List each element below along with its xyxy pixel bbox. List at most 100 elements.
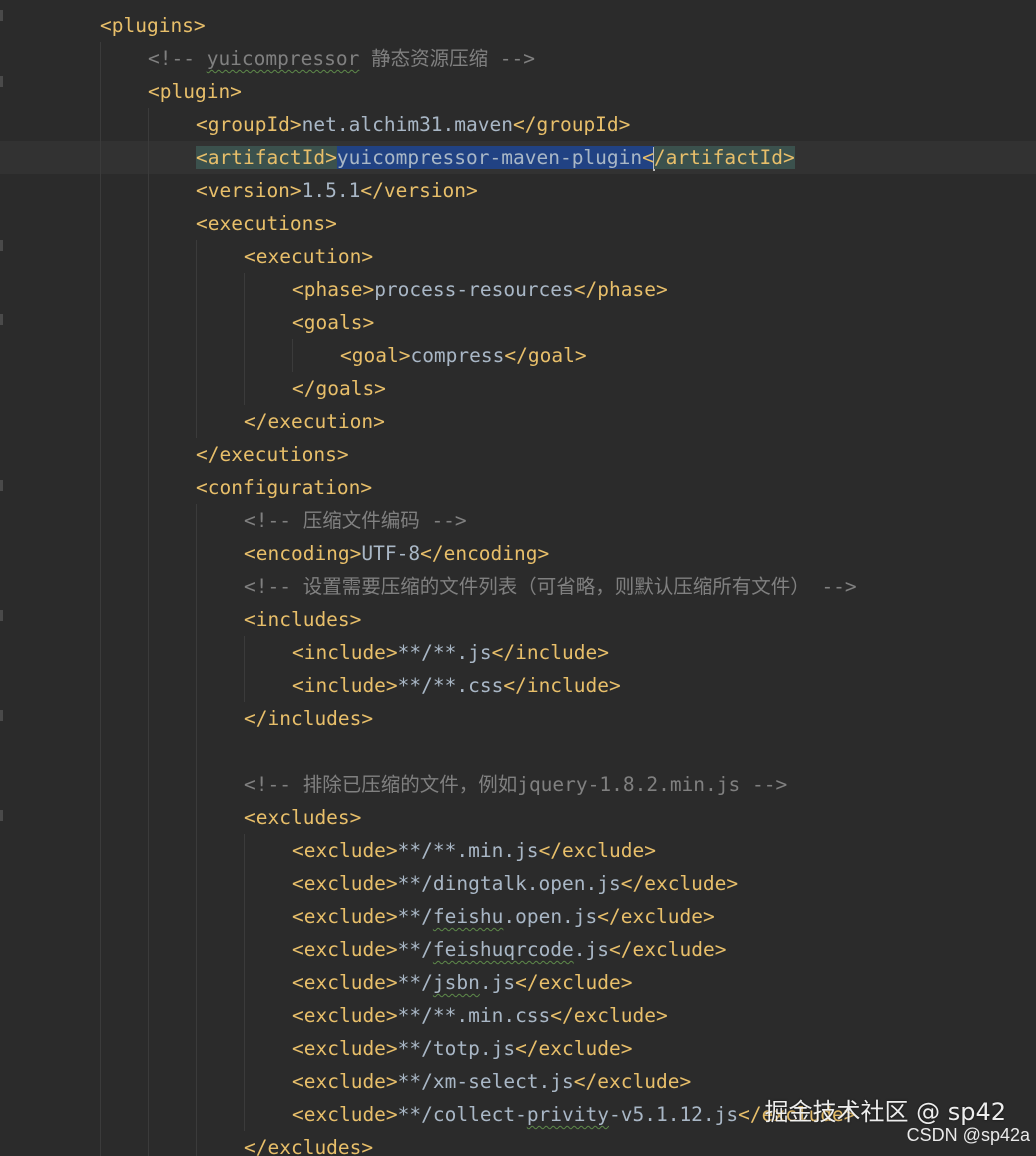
indent-guide [100, 1032, 101, 1065]
xml-tag: <exclude> [292, 1037, 398, 1060]
indent-guide [196, 669, 197, 702]
code-line[interactable]: </executions> [0, 438, 1036, 471]
code-content: <artifactId>yuicompressor-maven-plugin</… [196, 141, 795, 174]
code-line[interactable]: <exclude>**/**.min.js</exclude> [0, 834, 1036, 867]
indent-guide [148, 603, 149, 636]
code-line[interactable]: <exclude>**/**.min.css</exclude> [0, 999, 1036, 1032]
indent-guide [148, 735, 149, 768]
code-line[interactable]: <plugins> [0, 9, 1036, 42]
code-line[interactable]: </execution> [0, 405, 1036, 438]
indent-guide [100, 504, 101, 537]
indent-guide [148, 801, 149, 834]
xml-tag: <exclude> [292, 839, 398, 862]
xml-tag: </exclude> [515, 971, 633, 994]
xml-text: **/xm-select.js [397, 1070, 574, 1093]
code-line[interactable]: <!-- yuicompressor 静态资源压缩 --> [0, 42, 1036, 75]
indent-guide [196, 603, 197, 636]
indent-guide [100, 801, 101, 834]
xml-text: .open.js [503, 905, 598, 928]
indent-guide [100, 933, 101, 966]
xml-text: net.alchim31.maven [301, 113, 513, 136]
code-content: <includes> [244, 603, 361, 636]
code-content: <!-- 压缩文件编码 --> [244, 504, 467, 537]
xml-tag: </excludes> [244, 1136, 374, 1156]
code-line[interactable]: <phase>process-resources</phase> [0, 273, 1036, 306]
xml-tag: <plugin> [148, 80, 242, 103]
code-line[interactable]: <!-- 设置需要压缩的文件列表（可省略，则默认压缩所有文件） --> [0, 570, 1036, 603]
indent-guide [196, 405, 197, 438]
xml-text: process-resources [374, 278, 574, 301]
indent-guide [148, 306, 149, 339]
indent-guide [196, 768, 197, 801]
code-content: <execution> [244, 240, 373, 273]
xml-text: **/ [397, 938, 433, 961]
code-line[interactable]: <!-- 排除已压缩的文件，例如jquery-1.8.2.min.js --> [0, 768, 1036, 801]
indent-guide [244, 273, 245, 306]
code-line[interactable]: <artifactId>yuicompressor-maven-plugin</… [0, 141, 1036, 174]
indent-guide [100, 372, 101, 405]
xml-tag: <exclude> [292, 1103, 398, 1126]
code-line[interactable]: <encoding>UTF-8</encoding> [0, 537, 1036, 570]
indent-guide [196, 900, 197, 933]
code-content: <excludes> [244, 801, 361, 834]
indent-guide [100, 735, 101, 768]
indent-guide [196, 1098, 197, 1131]
code-content: <phase>process-resources</phase> [292, 273, 668, 306]
code-line[interactable]: <goals> [0, 306, 1036, 339]
indent-guide [196, 306, 197, 339]
code-line[interactable]: <include>**/**.js</include> [0, 636, 1036, 669]
xml-tag: <goals> [292, 311, 375, 334]
indent-guide [196, 1131, 197, 1156]
indent-guide [196, 372, 197, 405]
xml-tag: </encoding> [420, 542, 550, 565]
code-line[interactable]: <includes> [0, 603, 1036, 636]
code-line[interactable]: <goal>compress</goal> [0, 339, 1036, 372]
xml-tag: </includes> [244, 707, 374, 730]
code-line[interactable]: <version>1.5.1</version> [0, 174, 1036, 207]
code-line[interactable]: <executions> [0, 207, 1036, 240]
code-line[interactable]: <exclude>**/dingtalk.open.js</exclude> [0, 867, 1036, 900]
xml-tag: <executions> [196, 212, 337, 235]
code-line[interactable]: </includes> [0, 702, 1036, 735]
code-line[interactable]: <exclude>**/jsbn.js</exclude> [0, 966, 1036, 999]
code-line[interactable]: <groupId>net.alchim31.maven</groupId> [0, 108, 1036, 141]
code-line[interactable]: <exclude>**/feishu.open.js</exclude> [0, 900, 1036, 933]
code-line[interactable]: <exclude>**/totp.js</exclude> [0, 1032, 1036, 1065]
indent-guide [100, 603, 101, 636]
code-line[interactable]: <plugin> [0, 75, 1036, 108]
code-content: <exclude>**/**.min.js</exclude> [292, 834, 656, 867]
code-editor[interactable]: <plugins> <!-- yuicompressor 静态资源压缩 --> <p… [0, 0, 1036, 1156]
indent-guide [196, 636, 197, 669]
code-line[interactable]: <configuration> [0, 471, 1036, 504]
xml-tag: </exclude> [620, 872, 739, 895]
xml-tag: <exclude> [292, 905, 398, 928]
code-line[interactable]: <execution> [0, 240, 1036, 273]
code-line[interactable]: </goals> [0, 372, 1036, 405]
indent-guide [244, 999, 245, 1032]
code-content: <exclude>**/dingtalk.open.js</exclude> [292, 867, 738, 900]
juejin-watermark: 掘金技术社区 @ sp42 [764, 1098, 1006, 1126]
indent-guide [196, 1065, 197, 1098]
indent-guide [196, 537, 197, 570]
indent-guide [100, 339, 101, 372]
xml-tag: <exclude> [292, 872, 398, 895]
code-line[interactable]: <!-- 压缩文件编码 --> [0, 504, 1036, 537]
indent-guide [100, 471, 101, 504]
code-line[interactable]: <include>**/**.css</include> [0, 669, 1036, 702]
indent-guide [100, 1098, 101, 1131]
indent-guide [148, 207, 149, 240]
code-line[interactable]: <excludes> [0, 801, 1036, 834]
code-content: <goal>compress</goal> [340, 339, 587, 372]
xml-text: feishuqrcode [432, 938, 574, 961]
code-line[interactable]: <exclude>**/feishuqrcode.js</exclude> [0, 933, 1036, 966]
xml-text: **/**.js [397, 641, 492, 664]
code-content: <plugins> [100, 9, 206, 42]
indent-guide [148, 702, 149, 735]
indent-guide [196, 1032, 197, 1065]
xml-tag: <goal> [340, 344, 411, 367]
code-line[interactable]: </excludes> [0, 1131, 1036, 1156]
indent-guide [244, 669, 245, 702]
indent-guide [244, 339, 245, 372]
xml-tag: <include> [292, 674, 398, 697]
code-line[interactable] [0, 735, 1036, 768]
